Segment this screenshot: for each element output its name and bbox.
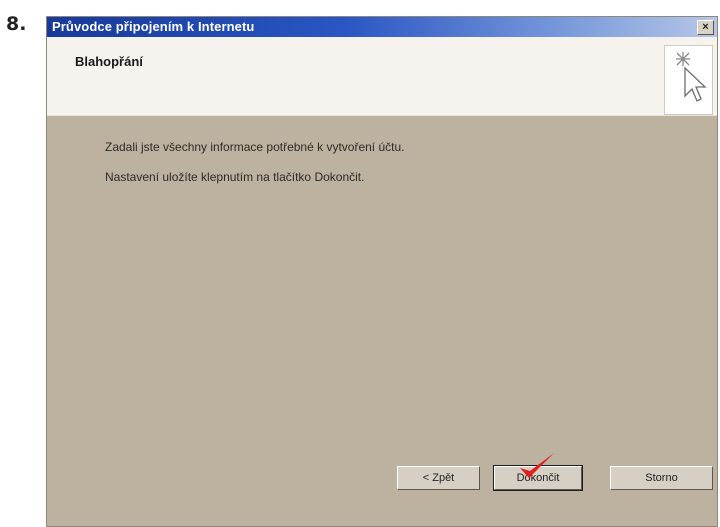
close-icon: ×: [702, 21, 709, 33]
title-bar: Průvodce připojením k Internetu ×: [47, 17, 717, 37]
info-line-2: Nastavení uložíte klepnutím na tlačítko …: [105, 170, 365, 184]
info-line-1: Zadali jste všechny informace potřebné k…: [105, 140, 405, 154]
header-separator: [47, 115, 717, 116]
cancel-button[interactable]: Storno: [610, 466, 713, 490]
close-button[interactable]: ×: [697, 20, 714, 35]
check-mark-icon: [520, 453, 554, 478]
step-number: 8.: [6, 13, 27, 35]
wizard-window: Průvodce připojením k Internetu × Blahop…: [46, 16, 718, 527]
back-button[interactable]: < Zpět: [397, 466, 480, 490]
page-title: Blahopřání: [75, 54, 143, 69]
wizard-header: Blahopřání: [47, 37, 717, 116]
window-title: Průvodce připojením k Internetu: [52, 19, 255, 34]
wizard-cursor-icon: [664, 45, 713, 115]
